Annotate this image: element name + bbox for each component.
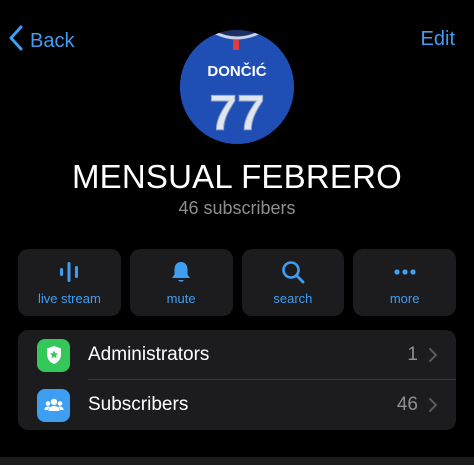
- mute-button[interactable]: mute: [129, 249, 233, 316]
- jersey-name-text: DONČIĆ: [207, 62, 266, 80]
- search-button[interactable]: search: [241, 249, 345, 316]
- live-stream-button[interactable]: live stream: [18, 249, 121, 316]
- edit-button[interactable]: Edit: [421, 28, 455, 51]
- more-button[interactable]: more: [353, 249, 456, 316]
- channel-title: MENSUAL FEBRERO: [71, 158, 402, 195]
- administrators-label: Administrators: [88, 344, 210, 365]
- administrators-row[interactable]: Administrators 1: [18, 330, 456, 380]
- chevron-left-icon: [8, 25, 24, 57]
- search-label: search: [273, 291, 313, 306]
- live-stream-icon: [55, 259, 83, 285]
- members-list: Administrators 1 Subscribers 46: [18, 330, 456, 430]
- back-label: Back: [30, 29, 75, 52]
- subscribers-row[interactable]: Subscribers 46: [18, 380, 456, 430]
- channel-info-screen: Back Edit DONČIĆ 77 MENSUAL FEBRERO 46 s…: [0, 0, 474, 465]
- search-icon: [279, 259, 307, 285]
- chevron-right-icon: [428, 397, 438, 413]
- subscribers-label: Subscribers: [88, 394, 189, 415]
- live-stream-label: live stream: [37, 291, 101, 306]
- back-button[interactable]: Back: [8, 25, 75, 57]
- more-dots-icon: [391, 259, 419, 285]
- admin-shield-icon: [37, 338, 70, 372]
- subscribers-count: 46: [396, 394, 418, 415]
- subscriber-count: 46 subscribers: [178, 198, 296, 218]
- jersey-number-text: 77: [209, 85, 265, 141]
- channel-avatar[interactable]: DONČIĆ 77: [180, 30, 294, 144]
- action-bar: live stream mute search more: [18, 249, 456, 316]
- mute-label: mute: [166, 291, 196, 306]
- more-label: more: [389, 291, 420, 306]
- administrators-count: 1: [407, 344, 418, 365]
- subscribers-group-icon: [37, 388, 70, 422]
- bell-icon: [167, 259, 195, 285]
- next-section-edge: [0, 457, 474, 465]
- chevron-right-icon: [428, 347, 438, 363]
